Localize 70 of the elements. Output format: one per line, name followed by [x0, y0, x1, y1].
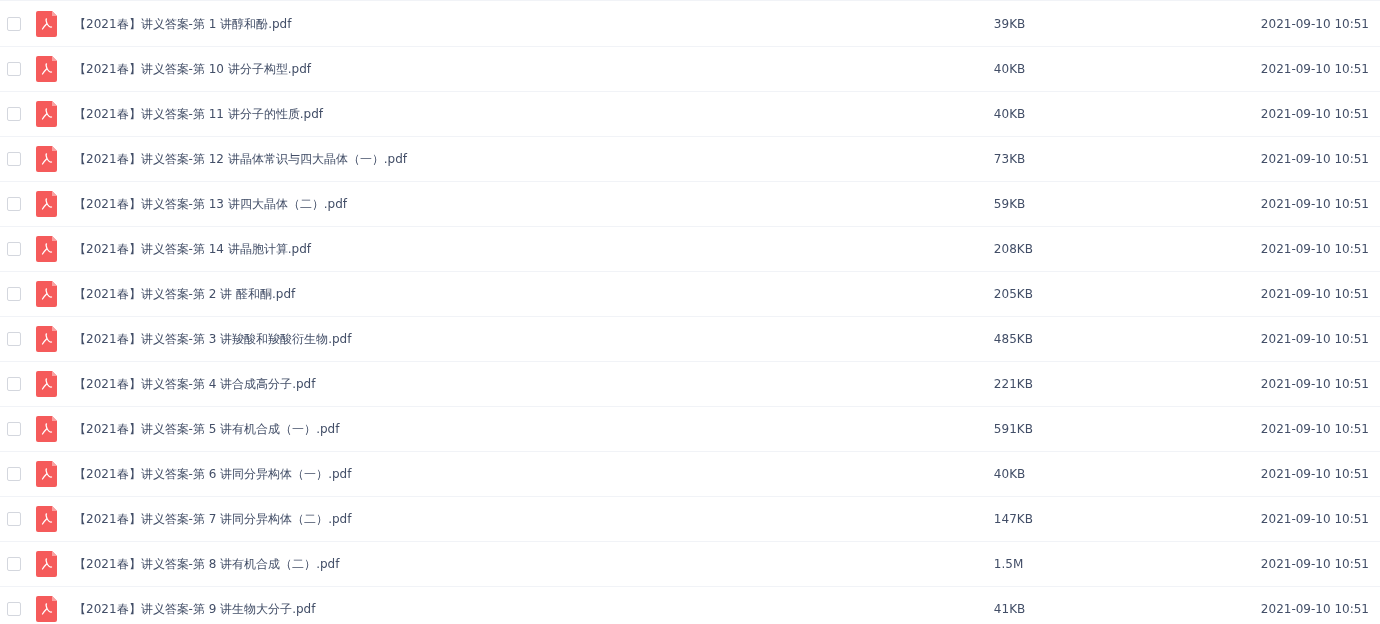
- file-name[interactable]: 【2021春】讲义答案-第 2 讲 醛和酮.pdf: [74, 285, 994, 303]
- modified-time: 2021-09-10 10:51: [1260, 467, 1369, 481]
- checkbox[interactable]: [7, 287, 21, 301]
- pdf-file-icon: [36, 101, 57, 127]
- modified-time: 2021-09-10 10:51: [1260, 107, 1369, 121]
- file-size: 40KB: [993, 62, 1027, 76]
- checkbox[interactable]: [7, 557, 21, 571]
- pdf-file-icon: [36, 56, 57, 82]
- modified-time: 2021-09-10 10:51: [1260, 17, 1369, 31]
- modified-time: 2021-09-10 10:51: [1260, 197, 1369, 211]
- pdf-file-icon: [36, 461, 57, 487]
- file-size: 59KB: [993, 197, 1027, 211]
- file-size: 40KB: [993, 107, 1027, 121]
- checkbox[interactable]: [7, 107, 21, 121]
- file-name[interactable]: 【2021春】讲义答案-第 1 讲醇和酚.pdf: [74, 15, 994, 33]
- checkbox[interactable]: [7, 197, 21, 211]
- checkbox[interactable]: [7, 377, 21, 391]
- pdf-file-icon: [36, 506, 57, 532]
- file-size: 205KB: [993, 287, 1034, 301]
- file-name[interactable]: 【2021春】讲义答案-第 7 讲同分异构体（二）.pdf: [74, 510, 994, 528]
- checkbox[interactable]: [7, 332, 21, 346]
- file-name[interactable]: 【2021春】讲义答案-第 5 讲有机合成（一）.pdf: [74, 420, 994, 438]
- file-size: 591KB: [993, 422, 1034, 436]
- pdf-file-icon: [36, 596, 57, 622]
- modified-time: 2021-09-10 10:51: [1260, 557, 1369, 571]
- modified-time: 2021-09-10 10:51: [1260, 422, 1369, 436]
- pdf-file-icon: [36, 416, 57, 442]
- checkbox[interactable]: [7, 422, 21, 436]
- modified-time: 2021-09-10 10:51: [1260, 287, 1369, 301]
- file-name[interactable]: 【2021春】讲义答案-第 13 讲四大晶体（二）.pdf: [74, 195, 994, 213]
- checkbox[interactable]: [7, 152, 21, 166]
- modified-time: 2021-09-10 10:51: [1260, 62, 1369, 76]
- pdf-file-icon: [36, 191, 57, 217]
- checkbox[interactable]: [7, 62, 21, 76]
- file-name[interactable]: 【2021春】讲义答案-第 11 讲分子的性质.pdf: [74, 105, 994, 123]
- file-size: 39KB: [993, 17, 1027, 31]
- checkbox[interactable]: [7, 512, 21, 526]
- pdf-file-icon: [36, 371, 57, 397]
- modified-time: 2021-09-10 10:51: [1260, 152, 1369, 166]
- pdf-file-icon: [36, 146, 57, 172]
- file-size: 73KB: [993, 152, 1027, 166]
- modified-time: 2021-09-10 10:51: [1260, 512, 1369, 526]
- modified-time: 2021-09-10 10:51: [1260, 377, 1369, 391]
- pdf-file-icon: [36, 326, 57, 352]
- file-name[interactable]: 【2021春】讲义答案-第 6 讲同分异构体（一）.pdf: [74, 465, 994, 483]
- pdf-file-icon: [36, 281, 57, 307]
- checkbox[interactable]: [7, 17, 21, 31]
- file-name[interactable]: 【2021春】讲义答案-第 9 讲生物大分子.pdf: [74, 600, 994, 618]
- file-size: 221KB: [993, 377, 1034, 391]
- pdf-file-icon: [36, 551, 57, 577]
- modified-time: 2021-09-10 10:51: [1260, 332, 1369, 346]
- file-name[interactable]: 【2021春】讲义答案-第 12 讲晶体常识与四大晶体（一）.pdf: [74, 150, 994, 168]
- file-size: 147KB: [993, 512, 1034, 526]
- file-size: 1.5M: [993, 557, 1025, 571]
- file-name[interactable]: 【2021春】讲义答案-第 10 讲分子构型.pdf: [74, 60, 994, 78]
- pdf-file-icon: [36, 236, 57, 262]
- file-name[interactable]: 【2021春】讲义答案-第 8 讲有机合成（二）.pdf: [74, 555, 994, 573]
- file-size: 208KB: [993, 242, 1034, 256]
- modified-time: 2021-09-10 10:51: [1260, 602, 1369, 616]
- file-size: 41KB: [993, 602, 1027, 616]
- modified-time: 2021-09-10 10:51: [1260, 242, 1369, 256]
- file-name[interactable]: 【2021春】讲义答案-第 14 讲晶胞计算.pdf: [74, 240, 994, 258]
- checkbox[interactable]: [7, 602, 21, 616]
- pdf-file-icon: [36, 11, 57, 37]
- file-size: 40KB: [993, 467, 1027, 481]
- checkbox[interactable]: [7, 242, 21, 256]
- file-size: 485KB: [993, 332, 1034, 346]
- file-name[interactable]: 【2021春】讲义答案-第 3 讲羧酸和羧酸衍生物.pdf: [74, 330, 994, 348]
- checkbox[interactable]: [7, 467, 21, 481]
- file-name[interactable]: 【2021春】讲义答案-第 4 讲合成高分子.pdf: [74, 375, 994, 393]
